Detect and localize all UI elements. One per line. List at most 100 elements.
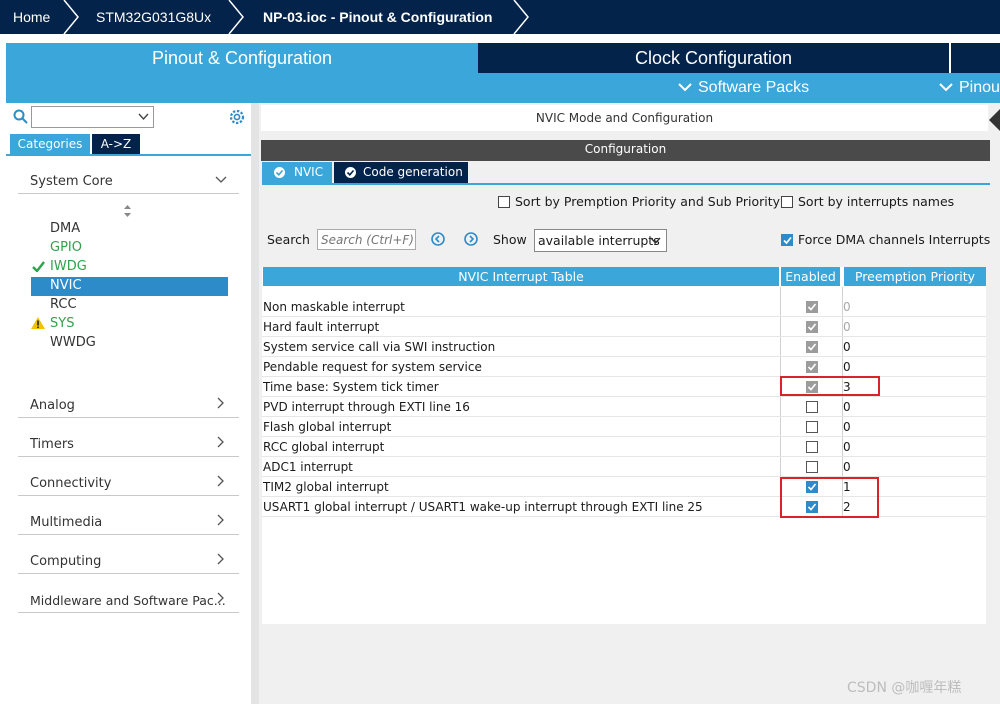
- table-row[interactable]: System service call via SWI instruction 0: [262, 337, 986, 357]
- system-core-item-sys[interactable]: SYS: [50, 314, 74, 333]
- panel-splitter[interactable]: [251, 103, 259, 704]
- check-icon: [807, 323, 817, 331]
- chevron-right-icon[interactable]: [217, 592, 225, 604]
- category-timers[interactable]: Timers: [30, 437, 74, 452]
- divider: [18, 573, 239, 574]
- left-panel: Categories A->Z System Core DMA GPIO IWD…: [6, 103, 251, 704]
- category-computing[interactable]: Computing: [30, 554, 101, 569]
- category-analog[interactable]: Analog: [30, 398, 75, 413]
- search-combobox[interactable]: [31, 106, 154, 128]
- check-circle-icon: [345, 167, 356, 178]
- chevron-right-icon[interactable]: [217, 436, 225, 448]
- preemption-priority-value[interactable]: 0: [843, 337, 851, 357]
- check-icon: [807, 363, 817, 371]
- check-icon: [807, 303, 817, 311]
- sort-preemption-checkbox[interactable]: [498, 196, 510, 208]
- show-label: Show: [493, 232, 527, 247]
- preemption-priority-value[interactable]: 0: [843, 297, 851, 317]
- preemption-priority-value[interactable]: 0: [843, 317, 851, 337]
- table-row[interactable]: Pendable request for system service 0: [262, 357, 986, 377]
- chevron-down-icon[interactable]: [215, 176, 227, 184]
- tab-underline: [6, 154, 251, 156]
- table-row[interactable]: PVD interrupt through EXTI line 16 0: [262, 397, 986, 417]
- enabled-checkbox[interactable]: [806, 401, 818, 413]
- table-row[interactable]: Non maskable interrupt 0: [262, 297, 986, 317]
- collapse-arrow-icon[interactable]: [989, 109, 1000, 131]
- chevron-right-icon[interactable]: [217, 553, 225, 565]
- force-dma-label: Force DMA channels Interrupts: [798, 232, 991, 247]
- sort-icon[interactable]: [123, 205, 132, 217]
- watermark: CSDN @咖喱年糕: [847, 680, 962, 696]
- breadcrumb-project[interactable]: NP-03.ioc - Pinout & Configuration: [263, 0, 492, 34]
- system-core-item-wwdg[interactable]: WWDG: [50, 333, 96, 352]
- pinout-menu[interactable]: Pinou: [939, 73, 1000, 103]
- software-packs-menu[interactable]: Software Packs: [678, 73, 809, 103]
- system-core-item-dma[interactable]: DMA: [50, 219, 80, 238]
- enabled-checkbox[interactable]: [806, 441, 818, 453]
- check-circle-icon: [274, 167, 285, 178]
- table-row[interactable]: Flash global interrupt 0: [262, 417, 986, 437]
- divider: [261, 159, 990, 161]
- table-header-priority[interactable]: Preemption Priority: [844, 267, 986, 286]
- tab-categories[interactable]: Categories: [10, 134, 90, 154]
- software-packs-label: Software Packs: [698, 79, 810, 96]
- nvic-search-input[interactable]: [317, 229, 416, 250]
- next-icon[interactable]: [464, 232, 478, 246]
- preemption-priority-value[interactable]: 0: [843, 417, 851, 437]
- chevron-right-icon[interactable]: [217, 514, 225, 526]
- table-header-enabled[interactable]: Enabled: [781, 267, 840, 286]
- enabled-checkbox[interactable]: [806, 421, 818, 433]
- chevron-right-icon[interactable]: [217, 475, 225, 487]
- interrupt-name: Non maskable interrupt: [263, 300, 405, 314]
- previous-icon[interactable]: [431, 232, 445, 246]
- tab-code-generation[interactable]: Code generation: [334, 162, 468, 183]
- sub-toolbar: Software Packs Pinou: [6, 73, 1000, 103]
- divider: [18, 534, 239, 535]
- divider: [18, 456, 239, 457]
- preemption-priority-value[interactable]: 0: [843, 457, 851, 477]
- interrupt-name: RCC global interrupt: [263, 440, 385, 454]
- sort-names-label: Sort by interrupts names: [798, 194, 955, 209]
- system-core-item-gpio[interactable]: GPIO: [50, 238, 82, 257]
- enabled-checkbox: [806, 361, 818, 373]
- system-core-item-nvic[interactable]: NVIC: [50, 276, 82, 295]
- breadcrumb-mcu[interactable]: STM32G031G8Ux: [96, 0, 211, 34]
- tab-nvic[interactable]: NVIC: [262, 162, 332, 183]
- sort-names-checkbox[interactable]: [781, 196, 793, 208]
- show-select[interactable]: available interrupts: [534, 229, 667, 252]
- tab-extra[interactable]: [949, 43, 1000, 73]
- search-icon[interactable]: [13, 109, 29, 125]
- enabled-checkbox[interactable]: [806, 461, 818, 473]
- preemption-priority-value[interactable]: 0: [843, 357, 851, 377]
- tab-a-to-z[interactable]: A->Z: [92, 134, 140, 154]
- show-select-value: available interrupts: [538, 233, 660, 248]
- chevron-right-icon[interactable]: [217, 397, 225, 409]
- category-system-core[interactable]: System Core: [30, 174, 113, 189]
- preemption-priority-value[interactable]: 0: [843, 397, 851, 417]
- table-header-name[interactable]: NVIC Interrupt Table: [263, 267, 779, 286]
- interrupt-name: USART1 global interrupt / USART1 wake-up…: [263, 500, 703, 514]
- table-row[interactable]: ADC1 interrupt 0: [262, 457, 986, 477]
- highlight-box-tim2-usart1: [780, 477, 879, 518]
- check-icon: [807, 343, 817, 351]
- tab-clock-configuration[interactable]: Clock Configuration: [478, 43, 949, 73]
- main-tabs: Pinout & Configuration Clock Configurati…: [6, 43, 1000, 73]
- category-connectivity[interactable]: Connectivity: [30, 476, 111, 491]
- table-row[interactable]: RCC global interrupt 0: [262, 437, 986, 457]
- pinout-menu-label: Pinou: [959, 79, 1000, 96]
- tab-pinout-configuration[interactable]: Pinout & Configuration: [6, 43, 478, 73]
- tab-code-generation-label: Code generation: [363, 165, 463, 179]
- divider: [18, 193, 239, 194]
- category-multimedia[interactable]: Multimedia: [30, 515, 102, 530]
- interrupt-name: TIM2 global interrupt: [263, 480, 389, 494]
- table-row[interactable]: Hard fault interrupt 0: [262, 317, 986, 337]
- system-core-item-rcc[interactable]: RCC: [50, 295, 77, 314]
- force-dma-checkbox[interactable]: [781, 234, 793, 246]
- gear-icon[interactable]: [228, 108, 246, 126]
- chevron-down-icon: [650, 237, 661, 245]
- system-core-item-iwdg[interactable]: IWDG: [50, 257, 87, 276]
- breadcrumb-home[interactable]: Home: [13, 0, 50, 34]
- category-middleware[interactable]: Middleware and Software Pac...: [30, 593, 226, 608]
- divider: [18, 417, 239, 418]
- preemption-priority-value[interactable]: 0: [843, 437, 851, 457]
